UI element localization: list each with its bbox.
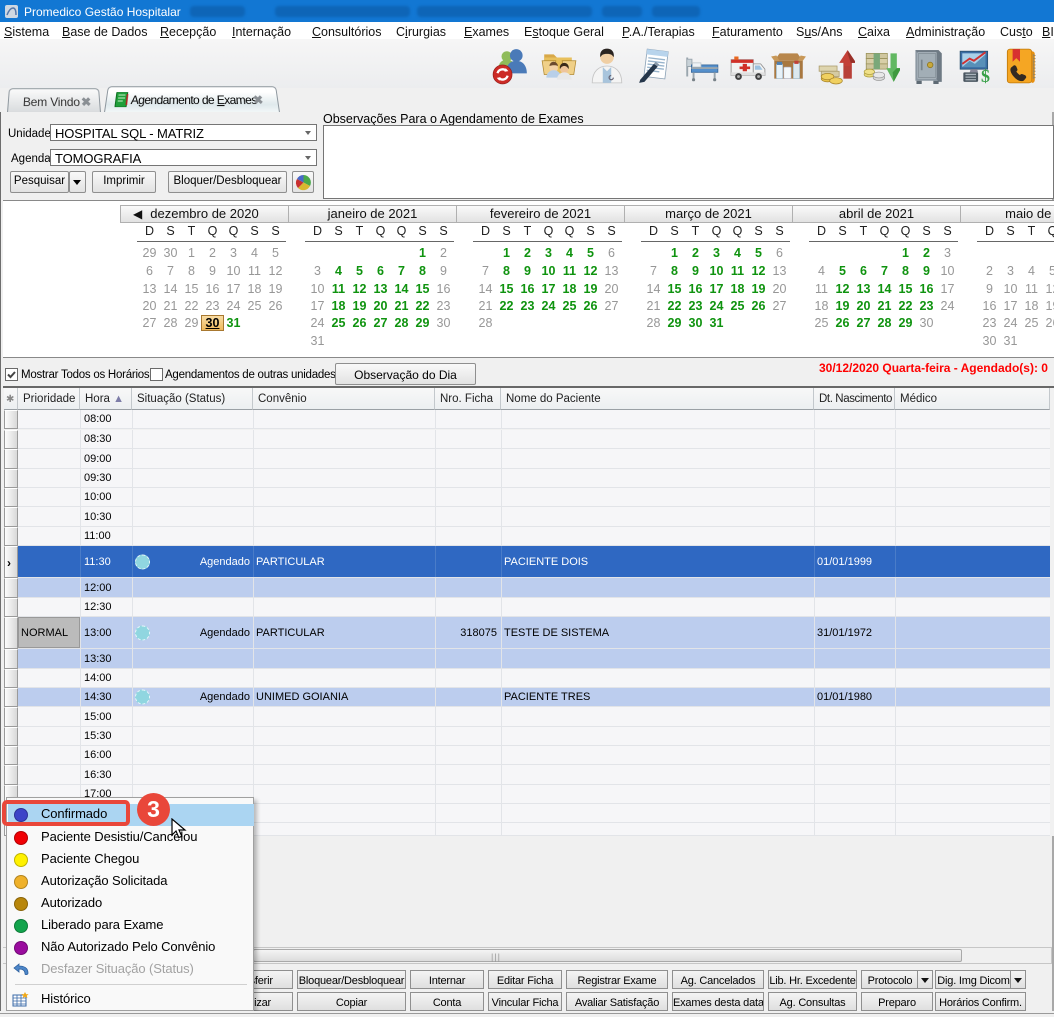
svg-text:$: $ [981, 66, 990, 85]
